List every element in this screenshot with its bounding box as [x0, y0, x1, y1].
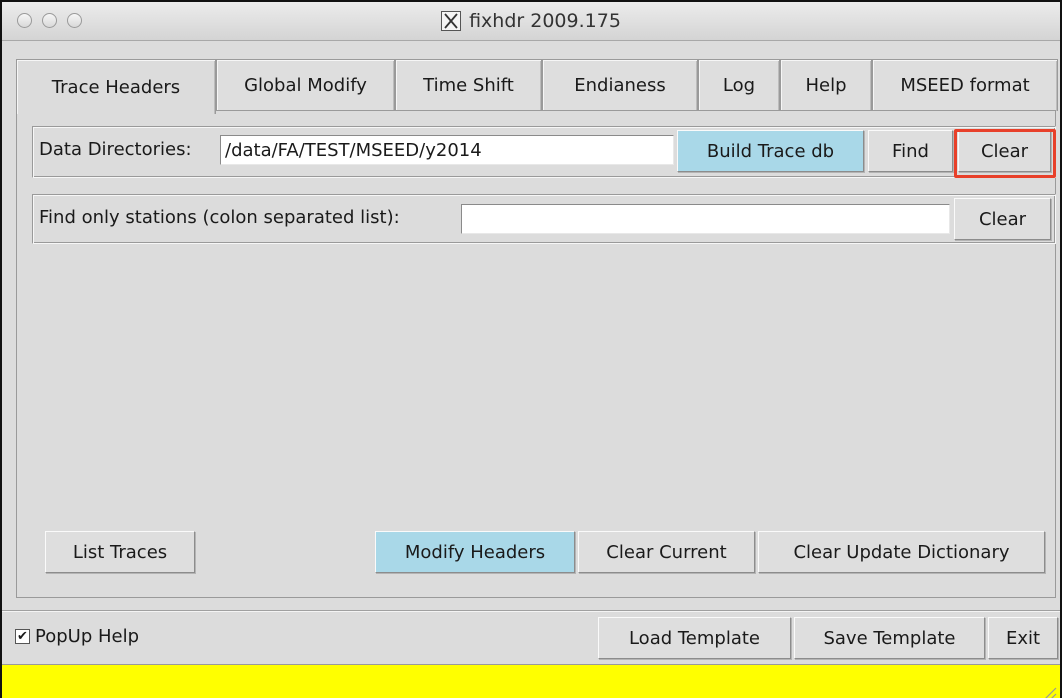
- stations-input[interactable]: [461, 204, 950, 234]
- clear-update-dictionary-button[interactable]: Clear Update Dictionary: [758, 531, 1045, 573]
- resize-grip-icon[interactable]: [1034, 680, 1058, 698]
- tab-log[interactable]: Log: [698, 59, 780, 111]
- tab-label: Help: [805, 75, 847, 96]
- tab-global-modify[interactable]: Global Modify: [216, 59, 395, 111]
- modify-headers-button[interactable]: Modify Headers: [375, 531, 575, 573]
- build-trace-db-button[interactable]: Build Trace db: [677, 130, 864, 172]
- tab-time-shift[interactable]: Time Shift: [395, 59, 542, 111]
- title-bar: fixhdr 2009.175: [2, 2, 1060, 41]
- tab-label: MSEED format: [900, 75, 1030, 96]
- tab-label: Time Shift: [423, 75, 514, 96]
- load-template-button[interactable]: Load Template: [598, 617, 791, 659]
- highlight-box: [954, 129, 1056, 178]
- stations-label: Find only stations (colon separated list…: [39, 207, 400, 228]
- tab-label: Endianess: [574, 75, 666, 96]
- popup-help-label: PopUp Help: [35, 626, 140, 647]
- trace-headers-panel: [16, 110, 1056, 598]
- tab-label: Global Modify: [244, 75, 367, 96]
- exit-button[interactable]: Exit: [988, 617, 1058, 659]
- x11-icon: [441, 11, 462, 31]
- tab-help[interactable]: Help: [780, 59, 872, 111]
- footer-separator: [2, 610, 1060, 612]
- save-template-button[interactable]: Save Template: [794, 617, 985, 659]
- tab-label: Trace Headers: [51, 76, 181, 98]
- clear-current-button[interactable]: Clear Current: [578, 531, 755, 573]
- tab-label: Log: [722, 75, 756, 96]
- app-window: fixhdr 2009.175 Trace Headers Global Mod…: [0, 0, 1062, 698]
- window-title-container: fixhdr 2009.175: [2, 2, 1060, 40]
- clear-stations-button[interactable]: Clear: [954, 198, 1051, 240]
- list-traces-button[interactable]: List Traces: [45, 531, 195, 573]
- popup-help-checkbox[interactable]: ✔: [15, 629, 30, 644]
- find-button[interactable]: Find: [868, 130, 953, 172]
- data-dirs-label: Data Directories:: [39, 139, 192, 160]
- window-title: fixhdr 2009.175: [469, 10, 621, 32]
- tab-trace-headers[interactable]: Trace Headers: [16, 59, 216, 114]
- tab-endianess[interactable]: Endianess: [542, 59, 698, 111]
- data-dirs-input[interactable]: /data/FA/TEST/MSEED/y2014: [220, 135, 674, 165]
- tab-mseed-format[interactable]: MSEED format: [872, 59, 1058, 111]
- status-bar: [2, 664, 1060, 698]
